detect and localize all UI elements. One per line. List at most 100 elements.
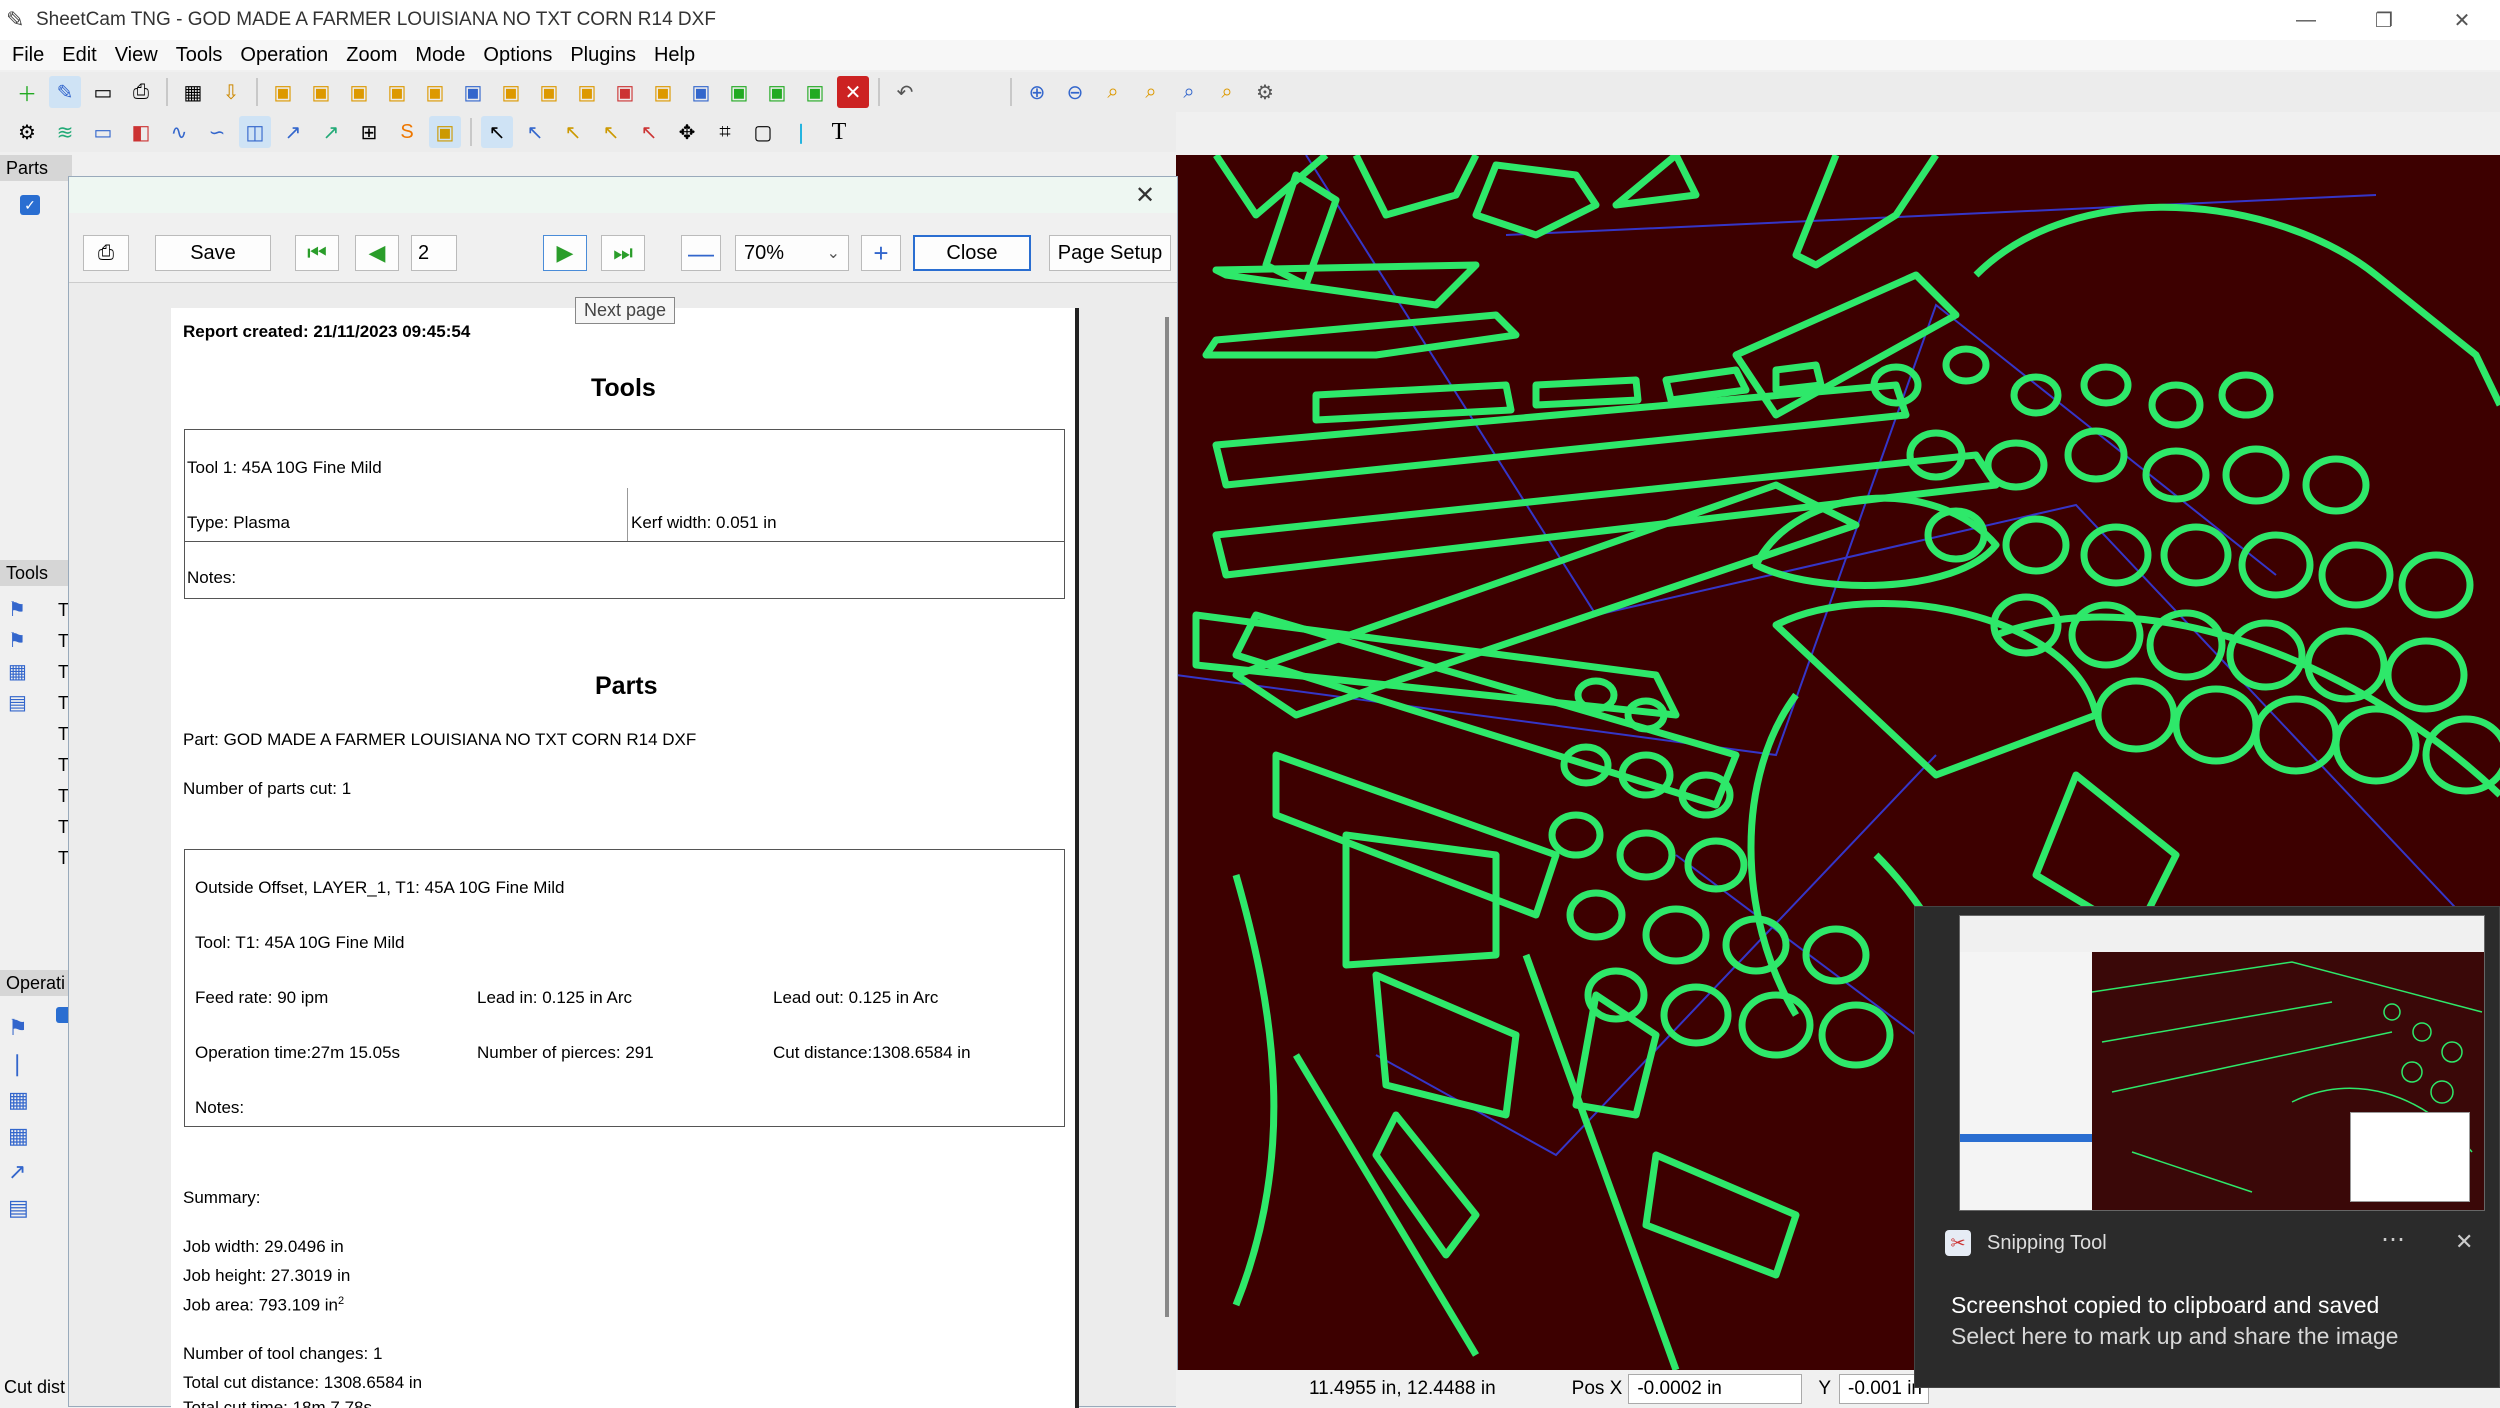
lead-icon[interactable]: ↗	[277, 116, 309, 148]
report-close-icon[interactable]: ✕	[1135, 181, 1155, 210]
menu-file[interactable]: File	[12, 44, 44, 67]
menu-mode[interactable]: Mode	[415, 44, 465, 67]
first-page-button[interactable]: ⏮	[295, 235, 339, 271]
operation-icons-column: ⚑ ❘ ▦ ▦ ↗ ▤	[8, 1015, 29, 1220]
add-operation-icon[interactable]: ▣	[305, 76, 337, 108]
select-part-icon[interactable]: ↖	[633, 116, 665, 148]
offset-icon[interactable]: ◫	[239, 116, 271, 148]
tool-changes: Number of tool changes: 1	[183, 1344, 383, 1363]
text-icon[interactable]: T	[823, 116, 855, 148]
close-button[interactable]: Close	[913, 235, 1031, 271]
menu-help[interactable]: Help	[654, 44, 695, 67]
add-script-icon[interactable]: ▣	[609, 76, 641, 108]
operation-tool: Tool: T1: 45A 10G Fine Mild	[195, 933, 405, 952]
tab-icon[interactable]: ▣	[429, 116, 461, 148]
select-lead-icon[interactable]: ↖	[557, 116, 589, 148]
add-nest-icon[interactable]: ▣	[533, 76, 565, 108]
print-report-button[interactable]: ⎙	[83, 235, 129, 271]
tool-icons-column: ⚑ ⚑ ▦ ▤	[8, 599, 27, 714]
edit-job-icon[interactable]: ✎	[49, 76, 81, 108]
snipping-tool-notification[interactable]: ✂ Snipping Tool ⋯ ✕ Screenshot copied to…	[1914, 906, 2500, 1388]
print-icon[interactable]: ▭	[87, 76, 119, 108]
add-pocket-icon[interactable]: ▣	[381, 76, 413, 108]
menu-operation[interactable]: Operation	[240, 44, 328, 67]
add-text-op-icon[interactable]: ▣	[571, 76, 603, 108]
last-page-icon: ⏭	[613, 240, 633, 265]
pos-x-input[interactable]: -0.0002 in	[1628, 1373, 1803, 1404]
add-engrave-icon[interactable]: ▣	[685, 76, 717, 108]
move-icon[interactable]: ✥	[671, 116, 703, 148]
menu-plugins[interactable]: Plugins	[570, 44, 636, 67]
new-job-icon[interactable]: ＋	[11, 76, 43, 108]
undo-icon[interactable]: ↶	[889, 76, 921, 108]
menu-tools[interactable]: Tools	[176, 44, 223, 67]
zoom-window-icon[interactable]: ⌕	[1097, 76, 1129, 108]
zoom-in-icon[interactable]: ⊕	[1021, 76, 1053, 108]
minimize-button[interactable]: —	[2270, 0, 2342, 40]
close-window-button[interactable]: ✕	[2426, 0, 2498, 40]
zoom-in-button[interactable]: +	[861, 235, 901, 271]
marker-icon[interactable]: ❘	[785, 116, 817, 148]
zoom-select[interactable]: 70% ⌄	[735, 235, 849, 271]
report-scrollbar[interactable]	[1165, 317, 1169, 1317]
operation-title: Outside Offset, LAYER_1, T1: 45A 10G Fin…	[195, 878, 565, 897]
menu-view[interactable]: View	[115, 44, 158, 67]
tools-header: Tools	[0, 560, 72, 586]
screenshot-thumbnail[interactable]	[1959, 915, 2485, 1211]
menu-options[interactable]: Options	[483, 44, 552, 67]
operation-time: Operation time:27m 15.05s	[195, 1043, 401, 1062]
delete-icon[interactable]: ✕	[837, 76, 869, 108]
total-cut-distance: Total cut distance: 1308.6584 in	[183, 1373, 423, 1392]
zoom-out-icon[interactable]: ⊖	[1059, 76, 1091, 108]
zoom-out-button[interactable]: —	[681, 235, 721, 271]
dismiss-icon[interactable]: ✕	[2455, 1229, 2473, 1255]
minus-icon: —	[688, 237, 714, 268]
operation-notes: Notes:	[195, 1098, 245, 1117]
first-page-icon: ⏮	[307, 240, 327, 265]
menu-edit[interactable]: Edit	[62, 44, 96, 67]
secondary-toolbar: ⚙ ≋ ▭ ◧ ∿ ∽ ◫ ↗ ↗ ⊞ S ▣ ↖ ↖ ↖ ↖ ↖ ✥ ⌗ ▢ …	[0, 112, 1176, 152]
crop-icon[interactable]: ⌗	[709, 116, 741, 148]
add-drill-icon[interactable]: ▣	[343, 76, 375, 108]
select-icon[interactable]: ↖	[481, 116, 513, 148]
stack-icon[interactable]: ≋	[49, 116, 81, 148]
save-button[interactable]: Save	[155, 235, 271, 271]
add-slot-icon[interactable]: ▣	[761, 76, 793, 108]
shapes-icon[interactable]: ◧	[125, 116, 157, 148]
post-process-icon[interactable]: ⇩	[215, 76, 247, 108]
add-center-icon[interactable]: ▣	[723, 76, 755, 108]
calculator-icon[interactable]: ▦	[177, 76, 209, 108]
measure-icon[interactable]: ⊞	[353, 116, 385, 148]
frame-icon[interactable]: ▢	[747, 116, 779, 148]
select-start-icon[interactable]: ↖	[519, 116, 551, 148]
last-page-button[interactable]: ⏭	[601, 235, 645, 271]
add-tool-icon[interactable]: ▣	[267, 76, 299, 108]
add-layer-icon[interactable]: ▣	[495, 76, 527, 108]
zoom-fit-icon[interactable]: ⌕	[1173, 76, 1205, 108]
direction-icon[interactable]: ↗	[315, 116, 347, 148]
zoom-sheet-icon[interactable]: ⌕	[1211, 76, 1243, 108]
plus-icon: +	[873, 237, 889, 268]
previous-page-button[interactable]: ◀	[355, 235, 399, 271]
start-point-icon[interactable]: S	[391, 116, 423, 148]
add-part-icon[interactable]: ▣	[457, 76, 489, 108]
printer-icon[interactable]: ⎙	[125, 76, 157, 108]
part-checkbox[interactable]: ✓	[20, 195, 40, 215]
restore-button[interactable]: ❐	[2348, 0, 2420, 40]
select-tab-icon[interactable]: ↖	[595, 116, 627, 148]
page-number-input[interactable]: 2	[411, 235, 457, 271]
path-icon[interactable]: ∿	[163, 116, 195, 148]
curve-icon[interactable]: ∽	[201, 116, 233, 148]
menu-zoom[interactable]: Zoom	[346, 44, 397, 67]
next-page-button[interactable]: ▶	[543, 235, 587, 271]
page-setup-button[interactable]: Page Setup	[1049, 235, 1171, 271]
add-profile-icon[interactable]: ▣	[419, 76, 451, 108]
more-options-icon[interactable]: ⋯	[2381, 1225, 2405, 1254]
add-tab-icon[interactable]: ▣	[799, 76, 831, 108]
zoom-settings-icon[interactable]: ⚙	[1249, 76, 1281, 108]
zoom-parts-icon[interactable]: ⌕	[1135, 76, 1167, 108]
layers-icon[interactable]: ⚙	[11, 116, 43, 148]
y-label: Y	[1818, 1377, 1832, 1399]
add-manual-icon[interactable]: ▣	[647, 76, 679, 108]
window-icon[interactable]: ▭	[87, 116, 119, 148]
